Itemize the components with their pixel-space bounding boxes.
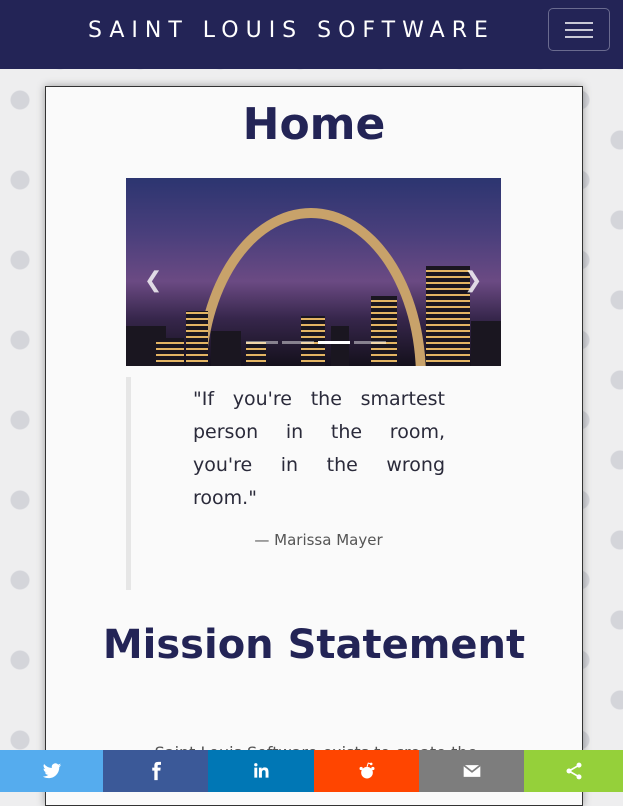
share-reddit-button[interactable] bbox=[314, 750, 419, 792]
email-icon bbox=[462, 764, 481, 777]
hamburger-icon bbox=[565, 21, 593, 24]
share-bar bbox=[0, 750, 623, 792]
carousel-indicator[interactable] bbox=[282, 341, 314, 344]
quote-block: "If you're the smartest person in the ro… bbox=[126, 377, 506, 590]
chevron-left-icon: ❮ bbox=[144, 268, 163, 293]
share-facebook-button[interactable] bbox=[103, 750, 208, 792]
navbar: SAINT LOUIS SOFTWARE bbox=[0, 0, 623, 69]
carousel-prev-button[interactable]: ❮ bbox=[144, 268, 162, 293]
share-linkedin-button[interactable] bbox=[208, 750, 314, 792]
carousel-indicator[interactable] bbox=[246, 341, 278, 344]
chevron-right-icon: ❯ bbox=[464, 268, 483, 293]
reddit-icon bbox=[359, 762, 374, 779]
quote-text: "If you're the smartest person in the ro… bbox=[193, 388, 445, 509]
brand-logo[interactable]: SAINT LOUIS SOFTWARE bbox=[88, 18, 495, 43]
share-email-button[interactable] bbox=[419, 750, 524, 792]
image-carousel[interactable]: ❮ ❯ bbox=[126, 178, 501, 366]
menu-toggle-button[interactable] bbox=[548, 8, 610, 51]
page-title: Home bbox=[242, 99, 386, 150]
mission-title: Mission Statement bbox=[102, 622, 526, 668]
share-icon bbox=[566, 762, 581, 780]
twitter-icon bbox=[42, 763, 61, 779]
carousel-next-button[interactable]: ❯ bbox=[464, 268, 482, 293]
share-twitter-button[interactable] bbox=[0, 750, 103, 792]
carousel-indicator[interactable] bbox=[354, 341, 386, 344]
carousel-indicator[interactable] bbox=[318, 341, 350, 344]
quote-author: — Marissa Mayer bbox=[254, 531, 383, 549]
facebook-icon bbox=[151, 761, 161, 781]
linkedin-icon bbox=[254, 763, 269, 778]
carousel-indicators bbox=[246, 341, 386, 344]
content-card: Home ❮ ❯ "If you're the smartest person … bbox=[45, 86, 583, 806]
share-sharethis-button[interactable] bbox=[524, 750, 623, 792]
